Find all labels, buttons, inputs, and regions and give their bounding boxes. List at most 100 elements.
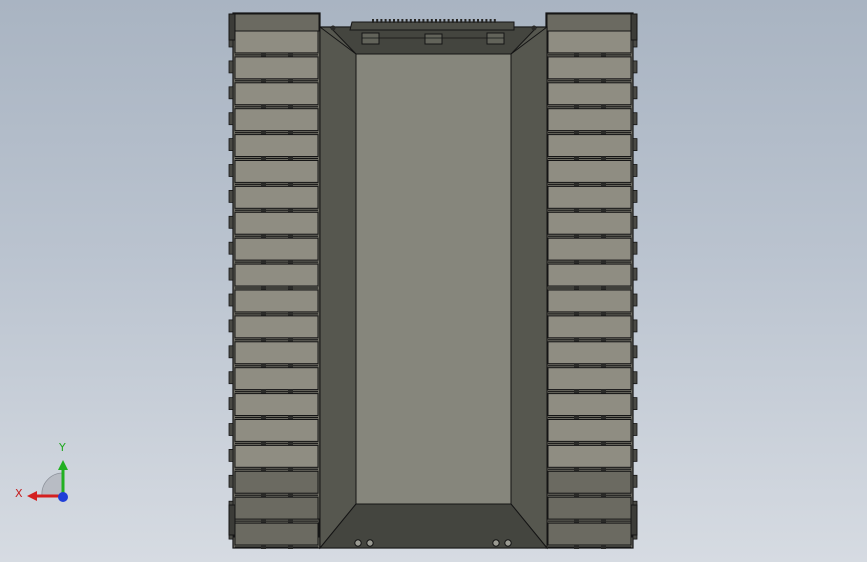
track-lug [261, 208, 266, 213]
track-lug [601, 441, 606, 446]
bracket-tooth [435, 19, 437, 23]
track-lug [261, 234, 266, 239]
track-tooth [632, 60, 638, 74]
track-lug [261, 363, 266, 368]
track-lug [601, 78, 606, 83]
bracket-tooth [393, 19, 395, 23]
track-plate [547, 315, 632, 339]
track-plate [547, 82, 632, 106]
track-lug [601, 286, 606, 290]
track-lug [288, 363, 293, 368]
track-tooth [632, 293, 638, 307]
track-tooth [228, 241, 234, 255]
track-end-cap [546, 13, 633, 32]
track-plate [547, 263, 632, 287]
track-tooth [632, 241, 638, 255]
bracket-tooth [481, 19, 484, 23]
track-lug [288, 389, 293, 394]
track-tooth [228, 423, 234, 436]
track-lug [288, 311, 293, 316]
track-tooth [632, 319, 638, 333]
bracket-tooth [447, 19, 450, 23]
track-lug [261, 156, 266, 161]
track-plate [234, 30, 319, 54]
rear-bolt [504, 539, 512, 547]
track-plate [547, 393, 632, 417]
bracket-tooth [376, 19, 379, 23]
sprocket-hub [228, 13, 236, 41]
track-lug [261, 519, 266, 524]
track-lug [601, 130, 606, 135]
bracket-tooth [493, 19, 496, 23]
track-tooth [228, 215, 234, 229]
bracket-tooth [426, 19, 429, 23]
track-lug [261, 311, 266, 316]
track-tooth [228, 138, 234, 152]
track-lug [574, 182, 579, 187]
track-plate [547, 496, 632, 520]
triad-plane-icon [41, 472, 64, 497]
bracket-tooth [405, 19, 408, 23]
track-plate [547, 160, 632, 183]
bracket-tooth [468, 19, 471, 23]
track-lug [574, 545, 579, 549]
track-lug [574, 156, 579, 161]
front-bracket [349, 21, 515, 31]
track-tooth [228, 371, 234, 385]
bracket-tooth [388, 19, 391, 23]
sprocket-hub [630, 13, 638, 41]
track-lug [601, 182, 606, 187]
idler-hub [630, 504, 638, 536]
track-tooth [632, 164, 638, 177]
track-plate [234, 56, 319, 80]
track-lug [261, 104, 266, 109]
track-lug [261, 389, 266, 394]
bracket-tooth [460, 19, 463, 23]
rear-bolt [366, 539, 374, 547]
track-lug [261, 260, 266, 265]
graphics-viewport[interactable]: Y X [0, 0, 867, 562]
track-lug [574, 260, 579, 265]
track-lug [288, 441, 293, 446]
track-plate [547, 367, 632, 391]
bolt [330, 25, 336, 31]
track-lug [574, 286, 579, 290]
track-plate [547, 419, 632, 442]
hull-rear-wall [318, 503, 549, 549]
mount-block [361, 32, 380, 45]
track-lug [574, 441, 579, 446]
track-lug [261, 415, 266, 420]
track-lug [574, 104, 579, 109]
bracket-tooth [472, 19, 475, 23]
bracket-tooth [397, 19, 400, 23]
track-lug [261, 493, 266, 498]
rear-bolt [492, 539, 500, 547]
track-plate [234, 444, 319, 468]
track-plate [234, 134, 319, 158]
track-lug [288, 545, 293, 549]
track-lug [288, 467, 293, 472]
track-tooth [632, 112, 638, 126]
track-lug [574, 130, 579, 135]
track-tooth [228, 60, 234, 74]
track-plate [234, 470, 319, 494]
track-plate [234, 419, 319, 442]
track-lug [601, 493, 606, 498]
track-lug [601, 467, 606, 472]
track-plate [547, 108, 632, 132]
track-lug [574, 234, 579, 239]
track-lug [261, 467, 266, 472]
bracket-tooth [451, 19, 454, 23]
track-lug [288, 78, 293, 83]
track-plate [234, 496, 319, 520]
track-plate [234, 315, 319, 339]
track-lug [261, 337, 266, 342]
track-lug [601, 234, 606, 239]
mount-block [424, 33, 443, 45]
track-lug [288, 104, 293, 109]
track-lug [601, 415, 606, 420]
track-end-cap [233, 13, 320, 32]
track-tooth [632, 138, 638, 152]
track-plate [234, 522, 319, 546]
track-plate [547, 56, 632, 80]
